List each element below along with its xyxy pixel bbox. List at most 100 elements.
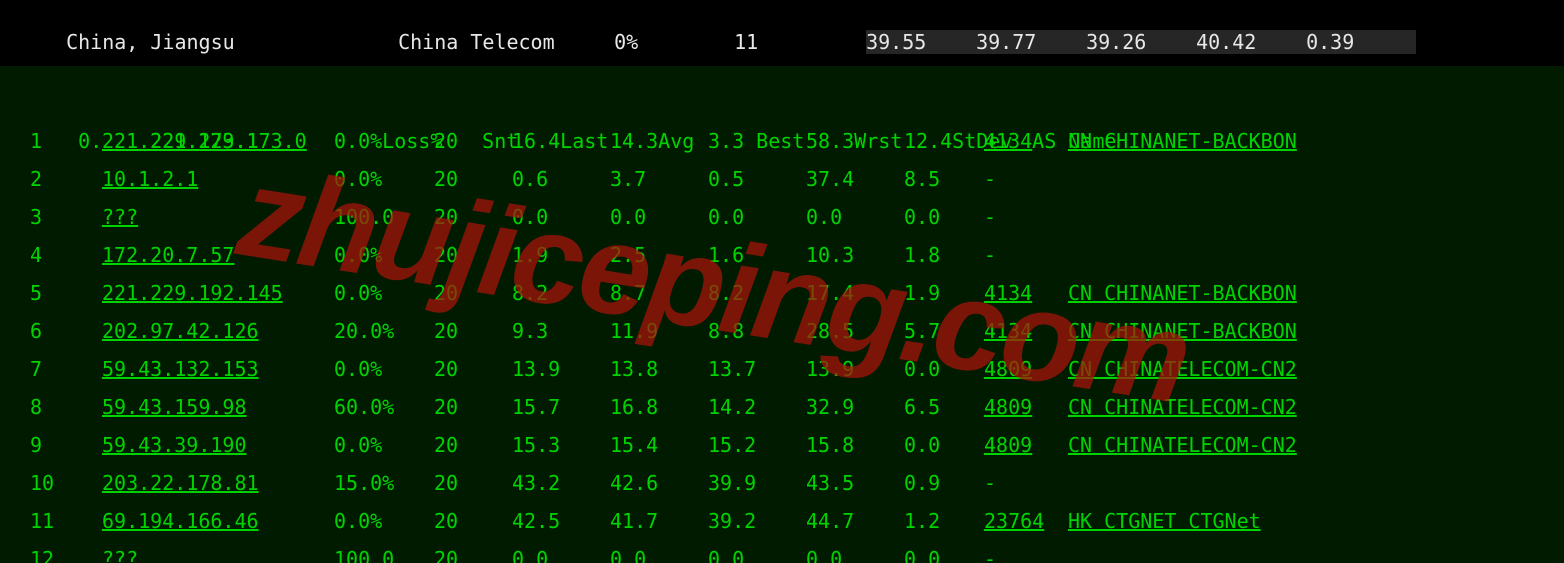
hop-host[interactable]: 203.22.178.81 (102, 464, 334, 502)
hop-snt: 20 (434, 312, 512, 350)
hop-as[interactable]: 4809 (984, 388, 1068, 426)
hop-stdev: 0.0 (904, 426, 984, 464)
hop-as[interactable]: 4134 (984, 312, 1068, 350)
hop-snt: 20 (434, 274, 512, 312)
table-row: 859.43.159.9860.0%2015.716.814.232.96.54… (30, 388, 1564, 426)
summary-last: 39.55 (866, 30, 976, 54)
hop-host[interactable]: 10.1.2.1 (102, 160, 334, 198)
hop-last: 42.5 (512, 502, 610, 540)
hop-host[interactable]: ??? (102, 198, 334, 236)
hop-number: 9 (30, 426, 102, 464)
hop-as[interactable]: 23764 (984, 502, 1068, 540)
hop-avg: 15.4 (610, 426, 708, 464)
hop-last: 16.4 (512, 122, 610, 160)
summary-avg: 39.77 (976, 30, 1086, 54)
hop-stdev: 0.0 (904, 540, 984, 563)
hop-as-name[interactable]: CN CHINATELECOM-CN2 (1068, 426, 1297, 464)
hop-as-name[interactable]: CN CHINATELECOM-CN2 (1068, 388, 1297, 426)
hop-number: 12 (30, 540, 102, 563)
hop-stdev: 8.5 (904, 160, 984, 198)
hop-avg: 13.8 (610, 350, 708, 388)
hop-avg: 3.7 (610, 160, 708, 198)
hop-snt: 20 (434, 122, 512, 160)
hop-wrst: 0.0 (806, 540, 904, 563)
hop-host[interactable]: ??? (102, 540, 334, 563)
hop-loss: 100.0 (334, 198, 434, 236)
hop-stdev: 0.9 (904, 464, 984, 502)
hop-stdev: 1.8 (904, 236, 984, 274)
hop-best: 0.0 (708, 540, 806, 563)
hop-as[interactable]: 4809 (984, 426, 1068, 464)
hop-wrst: 17.4 (806, 274, 904, 312)
hop-as[interactable]: 4134 (984, 274, 1068, 312)
hop-as[interactable]: - (984, 236, 1068, 274)
hop-host[interactable]: 59.43.132.153 (102, 350, 334, 388)
hop-as[interactable]: - (984, 160, 1068, 198)
table-row: 6202.97.42.12620.0%209.311.98.828.55.741… (30, 312, 1564, 350)
table-row: 4172.20.7.570.0%201.92.51.610.31.8- (30, 236, 1564, 274)
hop-host[interactable]: 202.97.42.126 (102, 312, 334, 350)
hop-snt: 20 (434, 236, 512, 274)
hop-as[interactable]: - (984, 198, 1068, 236)
hop-stdev: 12.4 (904, 122, 984, 160)
hop-last: 0.0 (512, 540, 610, 563)
hop-as-name[interactable]: CN CHINATELECOM-CN2 (1068, 350, 1297, 388)
hop-best: 0.5 (708, 160, 806, 198)
summary-stdev: 0.39 (1306, 30, 1416, 54)
hop-snt: 20 (434, 388, 512, 426)
hop-loss: 0.0% (334, 236, 434, 274)
table-row: 5221.229.192.1450.0%208.28.78.217.41.941… (30, 274, 1564, 312)
hop-last: 1.9 (512, 236, 610, 274)
table-row: 12???100.0200.00.00.00.00.0- (30, 540, 1564, 563)
hop-avg: 8.7 (610, 274, 708, 312)
hop-as[interactable]: 4134 (984, 122, 1068, 160)
hop-stdev: 6.5 (904, 388, 984, 426)
hop-stdev: 1.2 (904, 502, 984, 540)
hop-best: 14.2 (708, 388, 806, 426)
hop-host[interactable]: 221.229.192.145 (102, 274, 334, 312)
hop-last: 0.6 (512, 160, 610, 198)
hop-loss: 0.0% (334, 160, 434, 198)
hop-loss: 0.0% (334, 426, 434, 464)
hop-wrst: 0.0 (806, 198, 904, 236)
hop-loss: 15.0% (334, 464, 434, 502)
hop-number: 7 (30, 350, 102, 388)
hop-as-name[interactable]: CN CHINANET-BACKBON (1068, 312, 1297, 350)
hop-best: 13.7 (708, 350, 806, 388)
hop-loss: 0.0% (334, 502, 434, 540)
hop-stdev: 0.0 (904, 198, 984, 236)
hop-best: 0.0 (708, 198, 806, 236)
hop-last: 8.2 (512, 274, 610, 312)
hop-host[interactable]: 221.229.173.1 (102, 122, 334, 160)
hop-number: 5 (30, 274, 102, 312)
hop-wrst: 10.3 (806, 236, 904, 274)
hop-number: 2 (30, 160, 102, 198)
hop-as-name[interactable]: HK CTGNET CTGNet (1068, 502, 1261, 540)
hop-wrst: 13.9 (806, 350, 904, 388)
table-row: 3???100.0200.00.00.00.00.0- (30, 198, 1564, 236)
hop-avg: 16.8 (610, 388, 708, 426)
hop-host[interactable]: 172.20.7.57 (102, 236, 334, 274)
hop-loss: 20.0% (334, 312, 434, 350)
hop-loss: 100.0 (334, 540, 434, 563)
hop-as[interactable]: 4809 (984, 350, 1068, 388)
hop-avg: 42.6 (610, 464, 708, 502)
hop-as[interactable]: - (984, 464, 1068, 502)
hop-last: 15.7 (512, 388, 610, 426)
hop-as-name[interactable]: CN CHINANET-BACKBON (1068, 122, 1297, 160)
hop-best: 39.2 (708, 502, 806, 540)
hop-number: 8 (30, 388, 102, 426)
hop-host[interactable]: 69.194.166.46 (102, 502, 334, 540)
hop-wrst: 58.3 (806, 122, 904, 160)
table-row: 10203.22.178.8115.0%2043.242.639.943.50.… (30, 464, 1564, 502)
hop-as[interactable]: - (984, 540, 1068, 563)
hop-best: 39.9 (708, 464, 806, 502)
hop-snt: 20 (434, 502, 512, 540)
hop-loss: 0.0% (334, 274, 434, 312)
hop-best: 15.2 (708, 426, 806, 464)
hop-as-name[interactable]: CN CHINANET-BACKBON (1068, 274, 1297, 312)
hop-host[interactable]: 59.43.159.98 (102, 388, 334, 426)
hop-loss: 60.0% (334, 388, 434, 426)
traceroute-panel: 0.221.229.173.0Loss%SntLastAvgBestWrstSt… (0, 66, 1564, 563)
hop-host[interactable]: 59.43.39.190 (102, 426, 334, 464)
